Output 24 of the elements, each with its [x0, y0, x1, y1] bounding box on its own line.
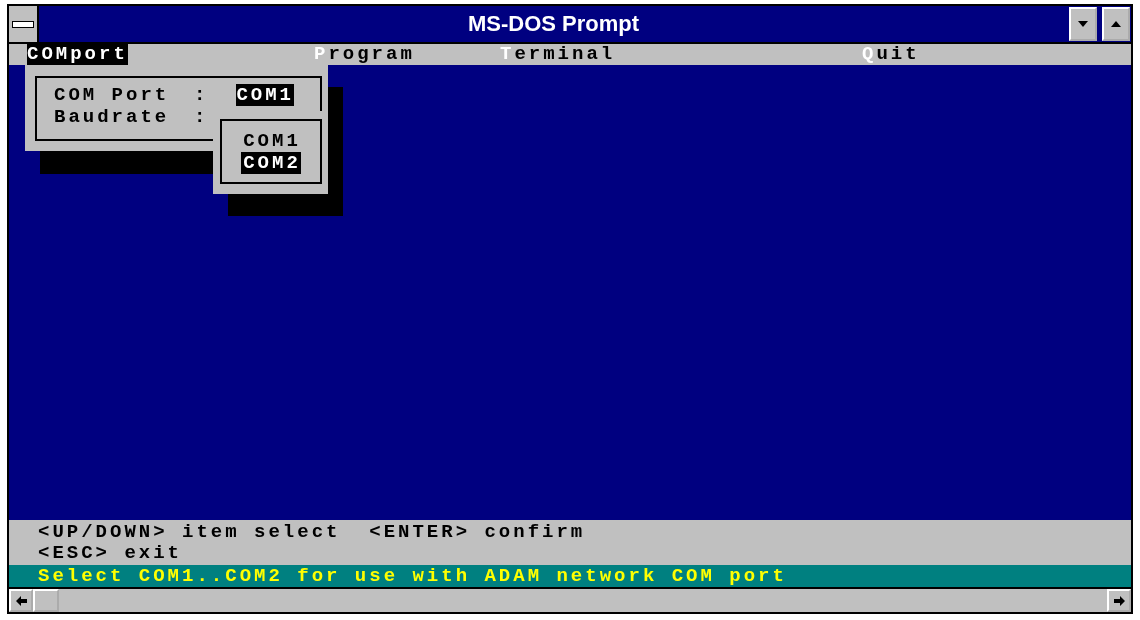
help-text: <UP/DOWN> item select <ENTER> confirm	[38, 522, 587, 543]
scroll-right-button[interactable]	[1107, 589, 1131, 612]
menu-item[interactable]: COMport	[27, 43, 128, 65]
field-label: Baudrate	[54, 106, 171, 128]
minimize-button[interactable]	[1069, 7, 1097, 41]
menu-item[interactable]: Quit	[862, 43, 920, 65]
up-triangle-icon	[1111, 21, 1121, 27]
dropdown-option[interactable]: COM2	[241, 151, 301, 174]
help-text: <ESC> exit	[38, 543, 184, 564]
menu-item[interactable]: Terminal	[500, 43, 616, 65]
status-text: Select COM1..COM2 for use with ADAM network COM port	[38, 565, 787, 587]
field-value[interactable]: COM1	[236, 84, 294, 106]
field-label: COM Port	[54, 84, 171, 106]
scroll-left-button[interactable]	[9, 589, 33, 612]
window-title: MS-DOS Prompt	[466, 10, 641, 38]
down-triangle-icon	[1078, 21, 1088, 27]
scroll-thumb[interactable]	[33, 589, 59, 612]
right-arrow-icon	[1113, 595, 1125, 606]
field-separator: :	[194, 106, 209, 128]
maximize-button[interactable]	[1102, 7, 1130, 41]
system-menu-button[interactable]	[9, 6, 39, 42]
dropdown-option[interactable]: COM1	[241, 129, 301, 152]
field-separator: :	[194, 84, 209, 106]
left-arrow-icon	[15, 595, 27, 606]
